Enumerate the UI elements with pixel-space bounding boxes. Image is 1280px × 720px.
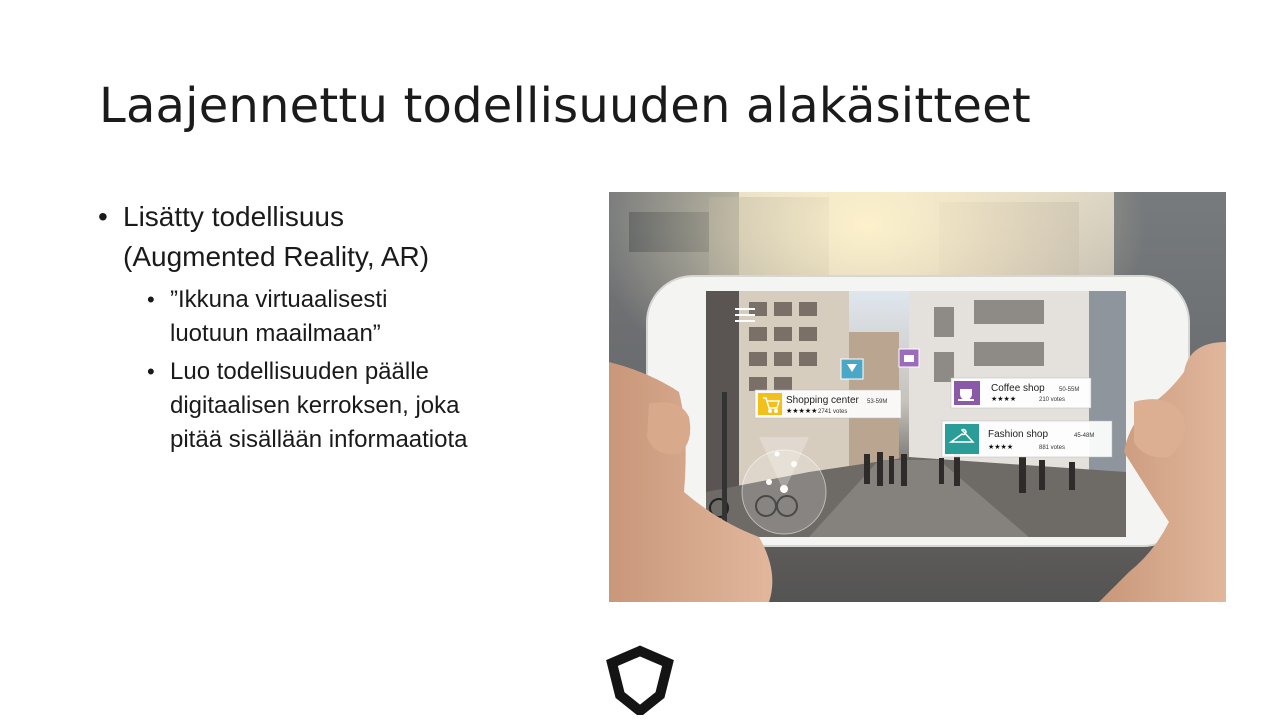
poi-stars: ★★★★ — [991, 395, 1016, 403]
sub-bullet-line: ”Ikkuna virtuaalisesti — [170, 286, 388, 313]
coffee-cup-icon — [958, 389, 974, 401]
poi-distance: 45-48M — [1074, 433, 1094, 439]
sub-bullet-line: pitää sisällään informaatiota — [170, 426, 468, 453]
poi-card-fashion-shop: Fashion shop 45-48M ★★★★ 881 votes — [941, 420, 1113, 458]
sub-bullet-line: Luo todellisuuden päälle — [170, 358, 429, 385]
poi-card-shopping-center: Shopping center 53-59M ★★★★★ 2741 votes — [754, 389, 902, 419]
poi-stars: ★★★★★ — [786, 407, 817, 415]
bullet-list: Lisätty todellisuus (Augmented Reality, … — [98, 197, 568, 461]
poi-name: Fashion shop — [988, 429, 1048, 440]
sub-bullet-item: Luo todellisuuden päälle digitaalisen ke… — [123, 355, 568, 457]
poi-card-coffee-shop: Coffee shop 50-55M ★★★★ 210 votes — [950, 377, 1092, 409]
bullet-item: Lisätty todellisuus (Augmented Reality, … — [98, 197, 568, 457]
shield-icon — [606, 645, 674, 720]
poi-name: Shopping center — [786, 395, 860, 406]
poi-votes: 2741 votes — [818, 409, 847, 415]
sub-bullet-line: digitaalisen kerroksen, joka — [170, 392, 460, 419]
bullet-line: Lisätty todellisuus — [123, 201, 345, 232]
poi-name: Coffee shop — [991, 383, 1045, 394]
bullet-line: (Augmented Reality, AR) — [123, 241, 430, 272]
sub-bullet-line: luotuun maailmaan” — [170, 320, 381, 347]
poi-votes: 881 votes — [1039, 445, 1065, 451]
ar-phone-photo: Shopping center 53-59M ★★★★★ 2741 votes … — [609, 192, 1226, 602]
sub-bullet-item: ”Ikkuna virtuaalisesti luotuun maailmaan… — [123, 283, 568, 351]
sub-bullet-list: ”Ikkuna virtuaalisesti luotuun maailmaan… — [123, 283, 568, 457]
poi-distance: 50-55M — [1059, 387, 1079, 393]
slide-title: Laajennettu todellisuuden alakäsitteet — [99, 78, 1031, 134]
poi-votes: 210 votes — [1039, 397, 1065, 403]
poi-distance: 53-59M — [867, 399, 887, 405]
poi-stars: ★★★★ — [988, 443, 1013, 451]
